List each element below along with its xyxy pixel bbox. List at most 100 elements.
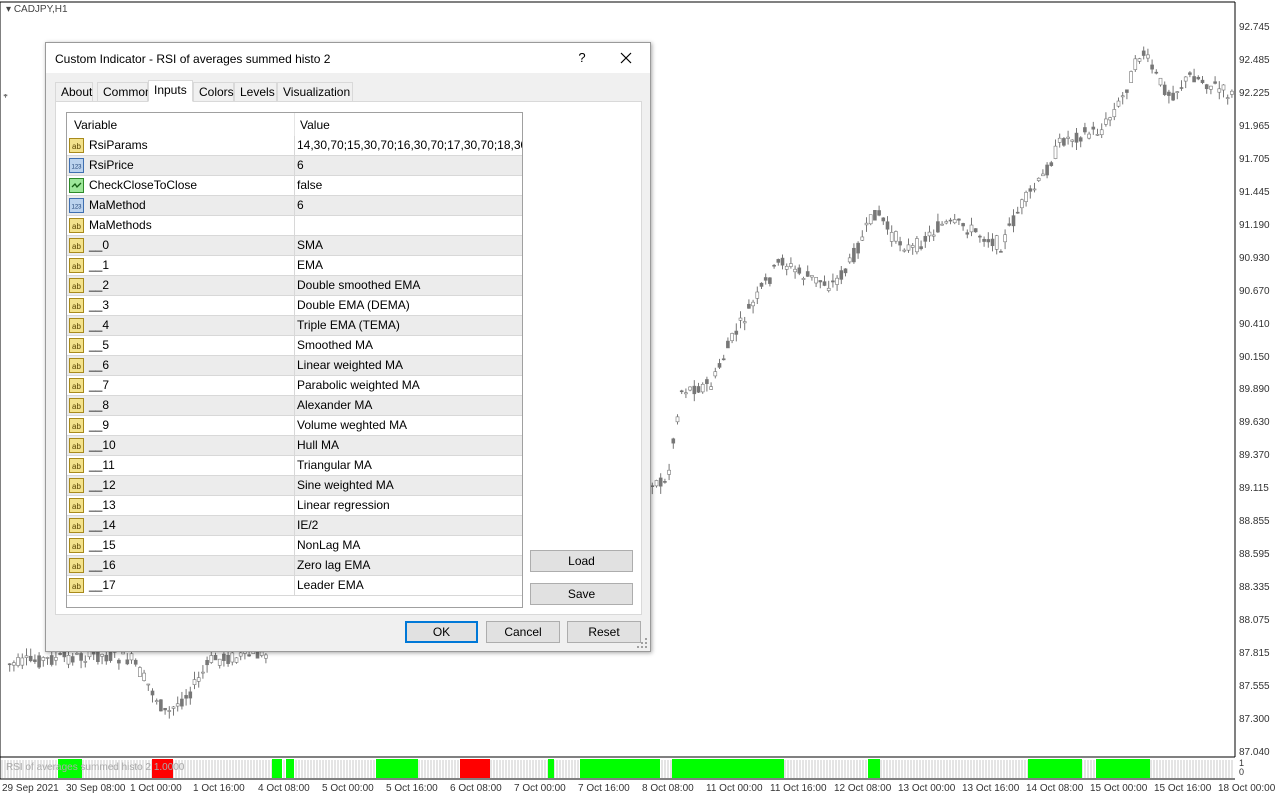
- grid-row[interactable]: ab __0 SMA: [67, 236, 522, 256]
- variable-value[interactable]: NonLag MA: [297, 536, 522, 555]
- variable-value[interactable]: false: [297, 176, 522, 195]
- candle-body: [759, 282, 764, 287]
- tab-inputs[interactable]: Inputs: [148, 80, 193, 102]
- variable-value[interactable]: IE/2: [297, 516, 522, 535]
- variable-value[interactable]: Zero lag EMA: [297, 556, 522, 575]
- variable-name: __10: [89, 438, 116, 452]
- variable-value[interactable]: Double smoothed EMA: [297, 276, 522, 295]
- svg-text:ab: ab: [72, 582, 81, 591]
- variable-value[interactable]: EMA: [297, 256, 522, 275]
- help-button[interactable]: ?: [567, 43, 597, 73]
- candle-body: [33, 659, 37, 662]
- candle-body: [1083, 127, 1087, 133]
- column-header-value[interactable]: Value: [300, 113, 330, 136]
- histogram-bar-up: [376, 759, 418, 778]
- grid-row[interactable]: ab __5 Smoothed MA: [67, 336, 522, 356]
- resize-grip-icon[interactable]: [636, 637, 648, 649]
- grid-row[interactable]: ab __17 Leader EMA: [67, 576, 522, 596]
- time-tick-label: 18 Oct 00:00: [1218, 783, 1276, 794]
- variable-value[interactable]: Smoothed MA: [297, 336, 522, 355]
- close-icon[interactable]: [611, 43, 641, 73]
- candle-body: [864, 222, 869, 226]
- price-tick-label: 89.370: [1239, 450, 1270, 462]
- candle-body: [1095, 134, 1100, 136]
- candle-body: [1162, 84, 1167, 95]
- dropdown-triangle-icon[interactable]: ▾: [6, 4, 14, 15]
- candle-body: [1007, 223, 1012, 226]
- grid-row[interactable]: ab __8 Alexander MA: [67, 396, 522, 416]
- grid-row[interactable]: ab __15 NonLag MA: [67, 536, 522, 556]
- grid-row[interactable]: ab __9 Volume weghted MA: [67, 416, 522, 436]
- candle-body: [138, 667, 142, 677]
- grid-row[interactable]: ab __11 Triangular MA: [67, 456, 522, 476]
- candle-body: [906, 244, 911, 251]
- candle-body: [70, 656, 75, 663]
- time-tick-label: 30 Sep 08:00: [66, 783, 126, 794]
- candle-body: [58, 653, 62, 655]
- variable-value[interactable]: Hull MA: [297, 436, 522, 455]
- tab-common[interactable]: Common: [97, 82, 152, 101]
- candle-body: [700, 383, 705, 393]
- variable-value[interactable]: Linear weighted MA: [297, 356, 522, 375]
- variable-value[interactable]: Sine weighted MA: [297, 476, 522, 495]
- grid-row[interactable]: ab __6 Linear weighted MA: [67, 356, 522, 376]
- variable-value[interactable]: 6: [297, 156, 522, 175]
- ok-button[interactable]: OK: [405, 621, 478, 643]
- save-button[interactable]: Save: [530, 583, 633, 605]
- grid-row[interactable]: ab __2 Double smoothed EMA: [67, 276, 522, 296]
- candle-body: [768, 277, 772, 284]
- string-param-icon: ab: [69, 518, 84, 533]
- candle-body: [75, 653, 79, 655]
- grid-row[interactable]: 123 MaMethod 6: [67, 196, 522, 216]
- variable-value[interactable]: Triangular MA: [297, 456, 522, 475]
- candle-body: [1204, 84, 1209, 90]
- dialog-titlebar[interactable]: Custom Indicator - RSI of averages summe…: [46, 43, 650, 73]
- variable-value[interactable]: Double EMA (DEMA): [297, 296, 522, 315]
- variable-name: __11: [89, 458, 115, 472]
- variable-name: __12: [89, 478, 116, 492]
- grid-row[interactable]: ab __14 IE/2: [67, 516, 522, 536]
- svg-text:ab: ab: [72, 342, 81, 351]
- candle-body: [1041, 173, 1045, 177]
- candle-body: [679, 390, 684, 393]
- grid-row[interactable]: ab __10 Hull MA: [67, 436, 522, 456]
- grid-row[interactable]: CheckCloseToClose false: [67, 176, 522, 196]
- variable-value[interactable]: Alexander MA: [297, 396, 522, 415]
- candle-body: [1024, 191, 1028, 202]
- grid-row[interactable]: ab __13 Linear regression: [67, 496, 522, 516]
- variable-value[interactable]: Leader EMA: [297, 576, 522, 595]
- grid-row[interactable]: ab MaMethods: [67, 216, 522, 236]
- candle-body: [1066, 136, 1070, 139]
- load-button[interactable]: Load: [530, 550, 633, 572]
- grid-row[interactable]: ab __12 Sine weighted MA: [67, 476, 522, 496]
- candle-body: [684, 392, 688, 395]
- grid-row[interactable]: ab __4 Triple EMA (TEMA): [67, 316, 522, 336]
- string-param-icon: ab: [69, 318, 84, 333]
- variable-value[interactable]: 14,30,70;15,30,70;16,30,70;17,30,70;18,3…: [297, 136, 522, 155]
- tab-colors[interactable]: Colors: [193, 82, 234, 101]
- reset-button[interactable]: Reset: [567, 621, 641, 643]
- inputs-grid[interactable]: Variable Value ab RsiParams 14,30,70;15,30…: [66, 112, 523, 608]
- histogram-bar-up: [580, 759, 660, 778]
- variable-value[interactable]: Volume weghted MA: [297, 416, 522, 435]
- tab-about[interactable]: About: [55, 82, 93, 101]
- variable-value[interactable]: Parabolic weighted MA: [297, 376, 522, 395]
- candle-body: [1003, 234, 1007, 243]
- variable-value[interactable]: Linear regression: [297, 496, 522, 515]
- tab-levels[interactable]: Levels: [234, 82, 277, 101]
- grid-row[interactable]: 123 RsiPrice 6: [67, 156, 522, 176]
- grid-row[interactable]: ab RsiParams 14,30,70;15,30,70;16,30,70;17…: [67, 136, 522, 156]
- candle-body: [717, 363, 722, 368]
- variable-value[interactable]: SMA: [297, 236, 522, 255]
- candle-body: [877, 210, 881, 216]
- column-header-variable[interactable]: Variable: [74, 113, 117, 136]
- variable-name: __6: [89, 358, 110, 372]
- tab-visualization[interactable]: Visualization: [277, 82, 353, 101]
- grid-row[interactable]: ab __3 Double EMA (DEMA): [67, 296, 522, 316]
- cancel-button[interactable]: Cancel: [486, 621, 560, 643]
- variable-value[interactable]: Triple EMA (TEMA): [297, 316, 522, 335]
- variable-value[interactable]: 6: [297, 196, 522, 215]
- grid-row[interactable]: ab __7 Parabolic weighted MA: [67, 376, 522, 396]
- grid-row[interactable]: ab __1 EMA: [67, 256, 522, 276]
- grid-row[interactable]: ab __16 Zero lag EMA: [67, 556, 522, 576]
